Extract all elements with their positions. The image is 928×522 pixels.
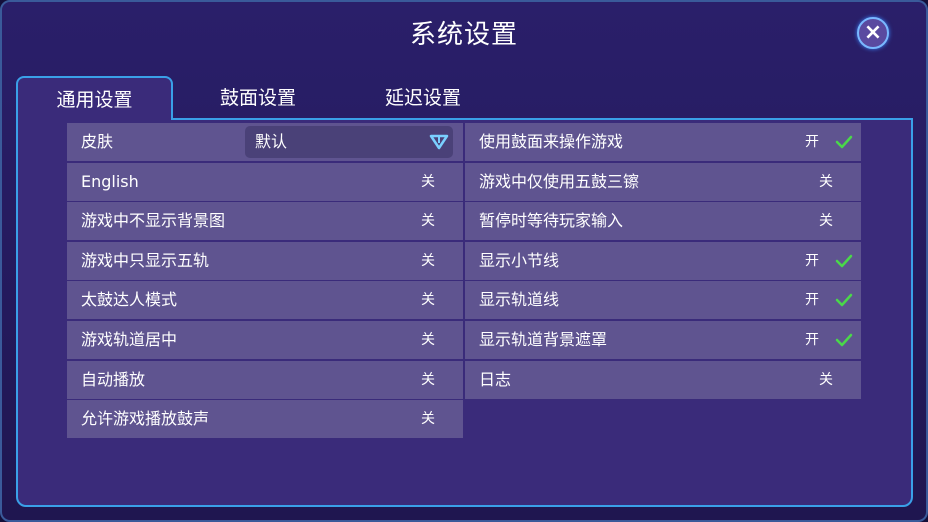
option-label: 日志 <box>479 369 512 389</box>
chevron-down-icon <box>429 134 449 150</box>
tab-drum[interactable]: 鼓面设置 <box>190 76 326 120</box>
option-autoplay[interactable]: 自动播放 关 <box>67 360 463 399</box>
option-center-lane[interactable]: 游戏轨道居中 关 <box>67 320 463 359</box>
option-bar-lines[interactable]: 显示小节线 开 <box>465 241 861 280</box>
checkmark-icon <box>835 333 853 347</box>
option-log[interactable]: 日志 关 <box>465 360 861 399</box>
toggle-value[interactable]: 关 <box>819 163 833 201</box>
option-label: 使用鼓面来操作游戏 <box>479 132 624 151</box>
skin-dropdown[interactable]: 默认 <box>245 126 453 158</box>
option-label: 游戏中不显示背景图 <box>81 211 226 231</box>
option-drum-control[interactable]: 使用鼓面来操作游戏 开 <box>465 123 861 161</box>
toggle-value[interactable]: 关 <box>421 163 435 201</box>
option-lane-background-mask[interactable]: 显示轨道背景遮罩 开 <box>465 320 861 359</box>
close-button[interactable]: × <box>857 17 889 49</box>
toggle-value[interactable]: 关 <box>421 281 435 319</box>
toggle-value[interactable]: 关 <box>421 361 435 399</box>
option-five-drums-three-cymbals[interactable]: 游戏中仅使用五鼓三镲 关 <box>465 162 861 201</box>
toggle-value[interactable]: 关 <box>421 321 435 359</box>
option-label: 游戏中仅使用五鼓三镲 <box>479 171 640 191</box>
option-lane-lines[interactable]: 显示轨道线 开 <box>465 281 861 320</box>
option-label: 显示轨道背景遮罩 <box>479 329 608 349</box>
option-five-lanes[interactable]: 游戏中只显示五轨 关 <box>67 241 463 280</box>
toggle-value[interactable]: 开 <box>805 242 819 280</box>
option-english[interactable]: English 关 <box>67 162 463 201</box>
toggle-value[interactable]: 关 <box>819 361 833 399</box>
toggle-value[interactable]: 开 <box>805 281 819 319</box>
option-label: 显示小节线 <box>479 250 560 270</box>
option-label: 游戏轨道居中 <box>81 329 178 349</box>
option-label: 允许游戏播放鼓声 <box>81 409 210 429</box>
toggle-value[interactable]: 关 <box>421 400 435 438</box>
toggle-value[interactable]: 关 <box>421 242 435 280</box>
toggle-value[interactable]: 关 <box>421 202 435 240</box>
option-label: 太鼓达人模式 <box>81 290 178 310</box>
option-label: 自动播放 <box>81 369 146 389</box>
toggle-value[interactable]: 开 <box>805 321 819 359</box>
checkmark-icon <box>835 135 853 149</box>
left-option-list: 皮肤 默认 English 关 游戏中不显示背景图 关 游戏中只显示五轨 关 太… <box>67 123 463 440</box>
dialog-title: 系统设置 <box>409 20 518 50</box>
option-label: 暂停时等待玩家输入 <box>479 211 624 231</box>
option-pause-wait-input[interactable]: 暂停时等待玩家输入 关 <box>465 202 861 241</box>
tab-latency[interactable]: 延迟设置 <box>355 76 491 120</box>
option-label: 皮肤 <box>81 132 114 151</box>
toggle-value[interactable]: 关 <box>819 202 833 240</box>
toggle-value[interactable]: 开 <box>805 123 819 161</box>
option-label: 游戏中只显示五轨 <box>81 250 210 270</box>
option-label: 显示轨道线 <box>479 290 560 310</box>
option-hide-background[interactable]: 游戏中不显示背景图 关 <box>67 202 463 241</box>
option-drum-sound[interactable]: 允许游戏播放鼓声 关 <box>67 400 463 439</box>
close-icon: × <box>863 20 883 45</box>
option-label: English <box>81 171 139 191</box>
dropdown-value: 默认 <box>255 132 288 151</box>
option-taiko-mode[interactable]: 太鼓达人模式 关 <box>67 281 463 320</box>
right-option-list: 使用鼓面来操作游戏 开 游戏中仅使用五鼓三镲 关 暂停时等待玩家输入 关 显示小… <box>465 123 861 400</box>
option-skin: 皮肤 默认 <box>67 123 463 161</box>
checkmark-icon <box>835 294 853 307</box>
checkmark-icon <box>835 254 853 268</box>
